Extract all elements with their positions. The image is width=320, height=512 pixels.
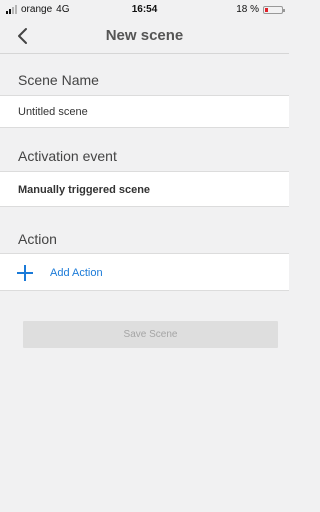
- plus-icon: [17, 265, 33, 281]
- activation-event-header: Activation event: [18, 148, 117, 164]
- action-header: Action: [18, 231, 57, 247]
- battery-fill: [265, 7, 268, 12]
- status-right: 18 %: [236, 4, 285, 15]
- save-scene-button[interactable]: Save Scene: [23, 321, 278, 348]
- battery-percent: 18 %: [236, 4, 259, 15]
- scene-name-header: Scene Name: [18, 72, 99, 88]
- activation-event-value: Manually triggered scene: [18, 184, 151, 196]
- status-bar: orange 4G 16:54 18 %: [0, 0, 289, 20]
- navigation-bar: New scene: [0, 20, 289, 54]
- add-action-row[interactable]: Add Action: [0, 253, 289, 291]
- page-title: New scene: [105, 27, 184, 44]
- scene-name-value: Untitled scene: [18, 106, 88, 118]
- battery-tip: [283, 8, 285, 12]
- battery-icon: [263, 5, 285, 14]
- activation-event-row[interactable]: Manually triggered scene: [0, 171, 289, 207]
- add-action-label: Add Action: [50, 267, 103, 279]
- scene-name-field[interactable]: Untitled scene: [0, 95, 289, 128]
